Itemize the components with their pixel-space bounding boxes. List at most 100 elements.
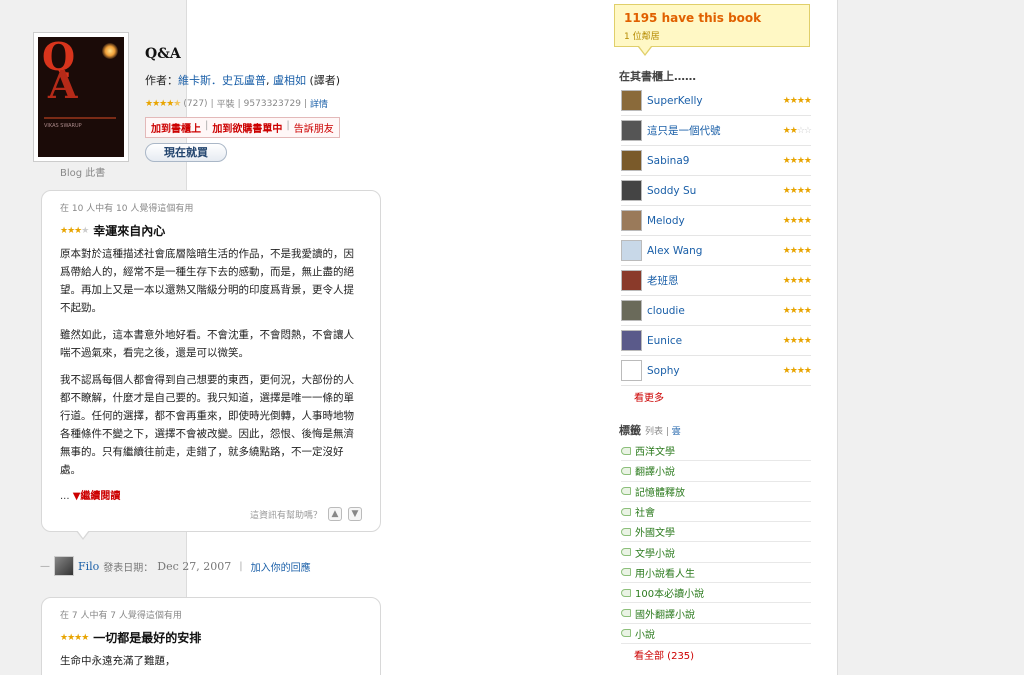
shelf-list: SuperKelly ★★★★ 這只是一個代號 ★★☆☆ Sabina9 ★★★★ Sodd… bbox=[621, 86, 812, 386]
thumbs-up-icon[interactable]: ▲ bbox=[328, 507, 342, 521]
shelf-user-row[interactable]: Sophy ★★★★ bbox=[621, 356, 812, 386]
book-meta: ★★★★★ (727) | 平裝 | 9573323729 | 詳情 bbox=[145, 97, 328, 111]
book-author: 作者：維卡斯．史瓦盧普, 盧相如 (譯者) bbox=[145, 74, 341, 87]
book-cover[interactable]: Q A VIKAS SWARUP bbox=[33, 32, 129, 162]
shelf-user-row[interactable]: 老班恩 ★★★★ bbox=[621, 266, 812, 296]
tag-label[interactable]: 記憶體釋放 bbox=[635, 484, 685, 499]
shelf-user-row[interactable]: cloudie ★★★★ bbox=[621, 296, 812, 326]
buy-now-button[interactable]: 現在就買 bbox=[145, 143, 227, 162]
helpful-count: 在 10 人中有 10 人覺得這個有用 bbox=[60, 204, 194, 214]
thumbs-down-icon[interactable]: ▼ bbox=[348, 507, 362, 521]
review-title: 幸運來自內心 bbox=[93, 224, 166, 238]
tag-item[interactable]: 小說 bbox=[621, 624, 811, 644]
shelf-user-row[interactable]: Melody ★★★★ bbox=[621, 206, 812, 236]
avatar[interactable] bbox=[621, 150, 642, 171]
tag-label[interactable]: 文學小說 bbox=[635, 545, 675, 560]
shelf-user-row[interactable]: 這只是一個代號 ★★☆☆ bbox=[621, 116, 812, 146]
shelf-user-name[interactable]: Sabina9 bbox=[647, 155, 778, 167]
review-poster: — Filo 發表日期： Dec 27, 2007 | 加入你的回應 bbox=[40, 556, 311, 576]
avatar[interactable] bbox=[621, 330, 642, 351]
user-rating-stars: ★★☆☆ bbox=[782, 125, 812, 136]
shelf-user-row[interactable]: Alex Wang ★★★★ bbox=[621, 236, 812, 266]
tag-label[interactable]: 小說 bbox=[635, 626, 655, 641]
tag-icon bbox=[621, 446, 631, 455]
tag-item[interactable]: 文學小說 bbox=[621, 542, 811, 563]
review-body: 原本對於這種描述社會底層陰暗生活的作品，不是我愛讀的，因爲帶給人的，經常不是一種… bbox=[60, 248, 354, 476]
tag-label[interactable]: 西洋文學 bbox=[635, 443, 675, 458]
continue-reading: ... ▼繼續閱讀 bbox=[60, 491, 121, 502]
avatar[interactable] bbox=[621, 180, 642, 201]
have-count: 1195 have this book bbox=[624, 11, 762, 25]
helpful-question: 這資訊有幫助嗎？ ▲ ▼ bbox=[250, 507, 362, 521]
tag-icon bbox=[621, 466, 631, 475]
tag-item[interactable]: 記憶體釋放 bbox=[621, 482, 811, 502]
shelf-user-name[interactable]: Alex Wang bbox=[647, 245, 778, 257]
tag-label[interactable]: 社會 bbox=[635, 504, 655, 519]
shelf-user-name[interactable]: Eunice bbox=[647, 335, 778, 347]
detail-link[interactable]: 詳情 bbox=[310, 97, 328, 110]
all-tags-link[interactable]: 看全部 (235) bbox=[634, 647, 694, 662]
tag-item[interactable]: 翻譯小說 bbox=[621, 461, 811, 482]
shelf-user-row[interactable]: Sabina9 ★★★★ bbox=[621, 146, 812, 176]
tag-icon bbox=[621, 507, 631, 516]
shelf-heading: 在其書櫃上…… bbox=[619, 70, 696, 83]
shelf-user-name[interactable]: Melody bbox=[647, 215, 778, 227]
tags-list: 西洋文學翻譯小說記憶體釋放社會外國文學文學小說用小說看人生 100本必讀小說 國外翻… bbox=[621, 441, 811, 644]
tag-item[interactable]: 100本必讀小說 bbox=[621, 583, 811, 604]
tag-icon bbox=[621, 487, 631, 496]
shelf-user-row[interactable]: SuperKelly ★★★★ bbox=[621, 86, 812, 116]
tag-label[interactable]: 100本必讀小說 bbox=[635, 585, 704, 600]
tags-list-toggle[interactable]: 列表 bbox=[645, 427, 663, 437]
see-more-link[interactable]: 看更多 bbox=[634, 389, 664, 404]
shelf-user-name[interactable]: Soddy Su bbox=[647, 185, 778, 197]
add-to-shelf-link[interactable]: 加到書櫃上 bbox=[151, 120, 201, 135]
user-rating-stars: ★★★★ bbox=[782, 215, 812, 226]
avatar[interactable] bbox=[621, 120, 642, 141]
poster-name-link[interactable]: Filo bbox=[78, 560, 99, 573]
author-link[interactable]: 維卡斯．史瓦盧普 bbox=[178, 74, 266, 87]
avatar[interactable] bbox=[54, 556, 74, 576]
helpful-count: 在 7 人中有 7 人覺得這個有用 bbox=[60, 611, 182, 621]
tag-icon bbox=[621, 527, 631, 536]
tags-cloud-toggle[interactable]: 雲 bbox=[672, 427, 681, 437]
tag-icon bbox=[621, 609, 631, 618]
tags-heading: 標籤 列表 | 雲 bbox=[619, 424, 681, 437]
avatar[interactable] bbox=[621, 90, 642, 111]
avatar[interactable] bbox=[621, 360, 642, 381]
tag-item[interactable]: 外國文學 bbox=[621, 522, 811, 543]
tag-label[interactable]: 國外翻譯小說 bbox=[635, 606, 695, 621]
user-rating-stars: ★★★★ bbox=[782, 335, 812, 346]
avatar[interactable] bbox=[621, 210, 642, 231]
review-card: 在 10 人中有 10 人覺得這個有用 ★★★★ 幸運來自內心 原本對於這種描述… bbox=[41, 190, 381, 532]
user-rating-stars: ★★★★ bbox=[782, 245, 812, 256]
shelf-user-row[interactable]: Soddy Su ★★★★ bbox=[621, 176, 812, 206]
continue-reading-link[interactable]: ▼繼續閱讀 bbox=[73, 491, 121, 502]
blog-this-book-link[interactable]: Blog 此書 bbox=[60, 164, 105, 179]
shelf-user-name[interactable]: 老班恩 bbox=[647, 273, 778, 288]
add-to-wishlist-link[interactable]: 加到欲購書單中 bbox=[212, 120, 282, 135]
avatar[interactable] bbox=[621, 270, 642, 291]
tag-item[interactable]: 西洋文學 bbox=[621, 441, 811, 462]
user-rating-stars: ★★★★ bbox=[782, 185, 812, 196]
shelf-user-name[interactable]: Sophy bbox=[647, 365, 778, 377]
tell-friend-link[interactable]: 告訴朋友 bbox=[294, 120, 334, 135]
avatar[interactable] bbox=[621, 300, 642, 321]
tag-label[interactable]: 外國文學 bbox=[635, 524, 675, 539]
avatar[interactable] bbox=[621, 240, 642, 261]
add-reply-link[interactable]: 加入你的回應 bbox=[251, 559, 311, 574]
user-rating-stars: ★★★★ bbox=[782, 275, 812, 286]
shelf-user-name[interactable]: SuperKelly bbox=[647, 95, 778, 107]
book-actions: 加到書櫃上 | 加到欲購書單中 | 告訴朋友 bbox=[145, 117, 340, 138]
tag-label[interactable]: 翻譯小說 bbox=[635, 463, 675, 478]
shelf-user-row[interactable]: Eunice ★★★★ bbox=[621, 326, 812, 356]
review-body: 生命中永遠充滿了難題， bbox=[60, 655, 176, 667]
tag-item[interactable]: 用小說看人生 bbox=[621, 563, 811, 584]
review-stars: ★★★★ bbox=[60, 225, 89, 236]
shelf-user-name[interactable]: 這只是一個代號 bbox=[647, 123, 778, 138]
tag-item[interactable]: 社會 bbox=[621, 502, 811, 523]
shelf-user-name[interactable]: cloudie bbox=[647, 305, 778, 317]
tag-label[interactable]: 用小說看人生 bbox=[635, 565, 695, 580]
neighbors-count[interactable]: 1 位鄰居 bbox=[624, 29, 800, 42]
translator-link[interactable]: 盧相如 bbox=[273, 74, 306, 87]
tag-item[interactable]: 國外翻譯小說 bbox=[621, 603, 811, 624]
